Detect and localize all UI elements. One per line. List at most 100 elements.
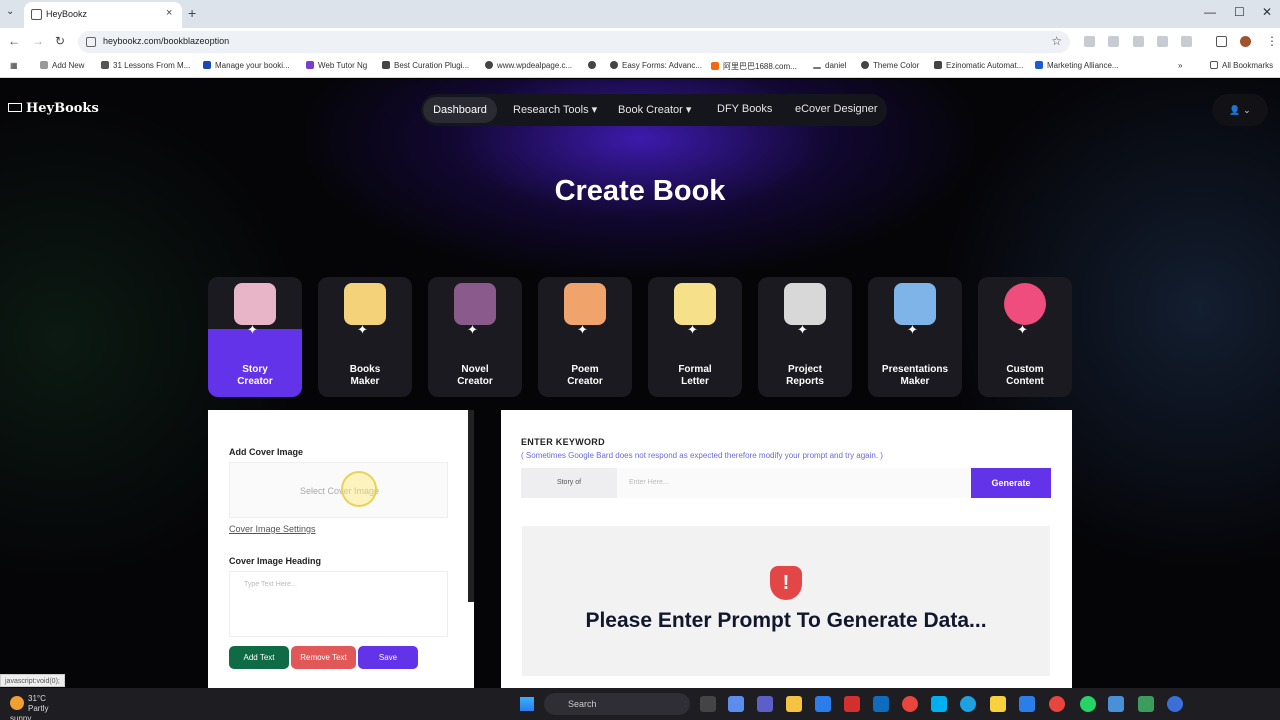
bookmark-item[interactable]: Marketing Alliance... [1035, 61, 1119, 70]
all-bookmarks-folder[interactable]: All Bookmarks [1210, 61, 1273, 70]
back-icon[interactable]: ← [8, 34, 20, 48]
user-menu-button[interactable]: 👤 ⌄ [1212, 94, 1268, 126]
maximize-icon[interactable]: ☐ [1234, 5, 1245, 19]
new-tab-icon[interactable]: + [188, 5, 196, 21]
keyword-input[interactable]: Enter Here... [617, 468, 971, 498]
forward-icon[interactable]: → [32, 34, 44, 48]
nav-dashboard[interactable]: Dashboard [423, 97, 497, 123]
bookmark-label: Marketing Alliance... [1047, 61, 1119, 70]
tab-title: HeyBookz [46, 9, 88, 19]
url-field[interactable]: heybookz.com/bookblazeoption ☆ [78, 31, 1070, 53]
nav-book-creator[interactable]: Book Creator ▾ [618, 103, 691, 116]
tool-label: Project Reports [786, 364, 824, 387]
extension-icon[interactable] [1084, 36, 1095, 47]
chrome-icon[interactable] [902, 696, 918, 712]
generate-button[interactable]: Generate [971, 468, 1051, 498]
skype-icon[interactable] [931, 696, 947, 712]
download-icon[interactable] [1216, 36, 1227, 47]
bookmark-item[interactable]: Best Curation Plugi... [382, 61, 469, 70]
add-cover-label: Add Cover Image [229, 447, 304, 457]
tool-label: Custom Content [1006, 364, 1044, 387]
puzzle-extensions-icon[interactable] [1181, 36, 1192, 47]
bookmark-item[interactable]: 31 Lessons From M... [101, 61, 190, 70]
tab-close-icon[interactable]: × [166, 7, 172, 19]
save-button[interactable]: Save [358, 646, 418, 669]
logo-text: HeyBooks [26, 101, 99, 116]
cover-image-dropzone[interactable]: Select Cover Image [229, 462, 448, 518]
bookmark-item[interactable]: daniel [813, 61, 846, 70]
tool-story-creator[interactable]: ✦ Story Creator [208, 277, 302, 397]
copilot-icon[interactable] [728, 696, 744, 712]
tab-search-chevron-icon[interactable]: ⌄ [6, 6, 20, 20]
empty-state-message: Please Enter Prompt To Generate Data... [585, 609, 987, 632]
nav-ecover-designer[interactable]: eCover Designer [795, 103, 878, 115]
app-icon[interactable] [1167, 696, 1183, 712]
tool-presentations-maker[interactable]: ✦ Presentations Maker [868, 277, 962, 397]
panel-scrollbar[interactable] [468, 410, 474, 602]
chrome-active-icon[interactable] [1049, 696, 1065, 712]
bookmark-item[interactable] [588, 61, 600, 70]
tool-books-maker[interactable]: ✦ Books Maker [318, 277, 412, 397]
bookmark-label: 阿里巴巴1688.com... [723, 62, 797, 71]
nav-research-tools[interactable]: Research Tools ▾ [513, 103, 597, 116]
site-info-icon[interactable] [86, 37, 96, 47]
site-logo[interactable]: HeyBooks [8, 101, 99, 116]
browser-menu-icon[interactable]: ⋮ [1266, 34, 1278, 48]
bookmarks-bar: ▦ Add New 31 Lessons From M... Manage yo… [0, 56, 1280, 78]
sticky-notes-icon[interactable] [990, 696, 1006, 712]
story-book-icon [234, 283, 276, 325]
reload-icon[interactable]: ↻ [55, 34, 65, 48]
close-window-icon[interactable]: ✕ [1262, 5, 1272, 19]
bookmark-item[interactable]: Add New [40, 61, 84, 70]
cover-settings-panel: Add Cover Image Select Cover Image Cover… [208, 410, 474, 688]
cover-settings-link[interactable]: Cover Image Settings [229, 524, 316, 534]
letter-document-icon [674, 283, 716, 325]
bookmarks-overflow-icon[interactable]: » [1178, 61, 1182, 70]
tool-novel-creator[interactable]: ✦ Novel Creator [428, 277, 522, 397]
app-icon[interactable] [1138, 696, 1154, 712]
whatsapp-icon[interactable] [1080, 696, 1096, 712]
tool-custom-content[interactable]: ✦ Custom Content [978, 277, 1072, 397]
store-icon[interactable] [815, 696, 831, 712]
generate-panel: ENTER KEYWORD ( Sometimes Google Bard do… [501, 410, 1072, 688]
tool-formal-letter[interactable]: ✦ Formal Letter [648, 277, 742, 397]
bookmark-item[interactable]: Manage your booki... [203, 61, 290, 70]
camera-extension-icon[interactable] [1108, 36, 1119, 47]
cover-heading-textarea[interactable]: Type Text Here... [229, 571, 448, 637]
profile-avatar[interactable] [1240, 36, 1251, 47]
bard-note: ( Sometimes Google Bard does not respond… [521, 451, 883, 460]
extension-icon[interactable] [1133, 36, 1144, 47]
outlook-icon[interactable] [873, 696, 889, 712]
bookmark-item[interactable]: Theme Color [861, 61, 919, 70]
minimize-icon[interactable]: — [1204, 5, 1216, 19]
poem-scroll-icon [564, 283, 606, 325]
bookmark-item[interactable]: Ezinomatic Automat... [934, 61, 1023, 70]
remove-text-button[interactable]: Remove Text [291, 646, 356, 669]
tool-project-reports[interactable]: ✦ Project Reports [758, 277, 852, 397]
bookmark-item[interactable]: www.wpdealpage.c... [485, 61, 572, 70]
bookmark-favicon-icon [1035, 61, 1043, 69]
nav-dfy-books[interactable]: DFY Books [717, 103, 772, 115]
notepad-icon[interactable] [1019, 696, 1035, 712]
taskbar-search[interactable]: Search [544, 693, 690, 715]
add-text-button[interactable]: Add Text [229, 646, 289, 669]
page-title: Create Book [554, 175, 726, 207]
bookmark-item[interactable]: 阿里巴巴1688.com... [711, 61, 797, 72]
bookmark-item[interactable]: Easy Forms: Advanc... [610, 61, 702, 70]
file-explorer-icon[interactable] [786, 696, 802, 712]
sparkle-icon: ✦ [797, 322, 808, 337]
task-view-icon[interactable] [700, 696, 716, 712]
photos-icon[interactable] [1108, 696, 1124, 712]
apps-grid-icon[interactable]: ▦ [10, 61, 18, 70]
bookmark-star-icon[interactable]: ☆ [1051, 34, 1062, 48]
acrobat-icon[interactable] [844, 696, 860, 712]
tool-poem-creator[interactable]: ✦ Poem Creator [538, 277, 632, 397]
teams-icon[interactable] [757, 696, 773, 712]
book-pencil-icon [344, 283, 386, 325]
weather-widget[interactable]: 31°C Partly sunny [10, 694, 54, 720]
browser-tab[interactable]: HeyBookz × [24, 2, 182, 28]
extension-icon[interactable] [1157, 36, 1168, 47]
bookmark-item[interactable]: Web Tutor Ng [306, 61, 367, 70]
windows-start-icon[interactable] [520, 697, 534, 711]
edge-icon[interactable] [960, 696, 976, 712]
